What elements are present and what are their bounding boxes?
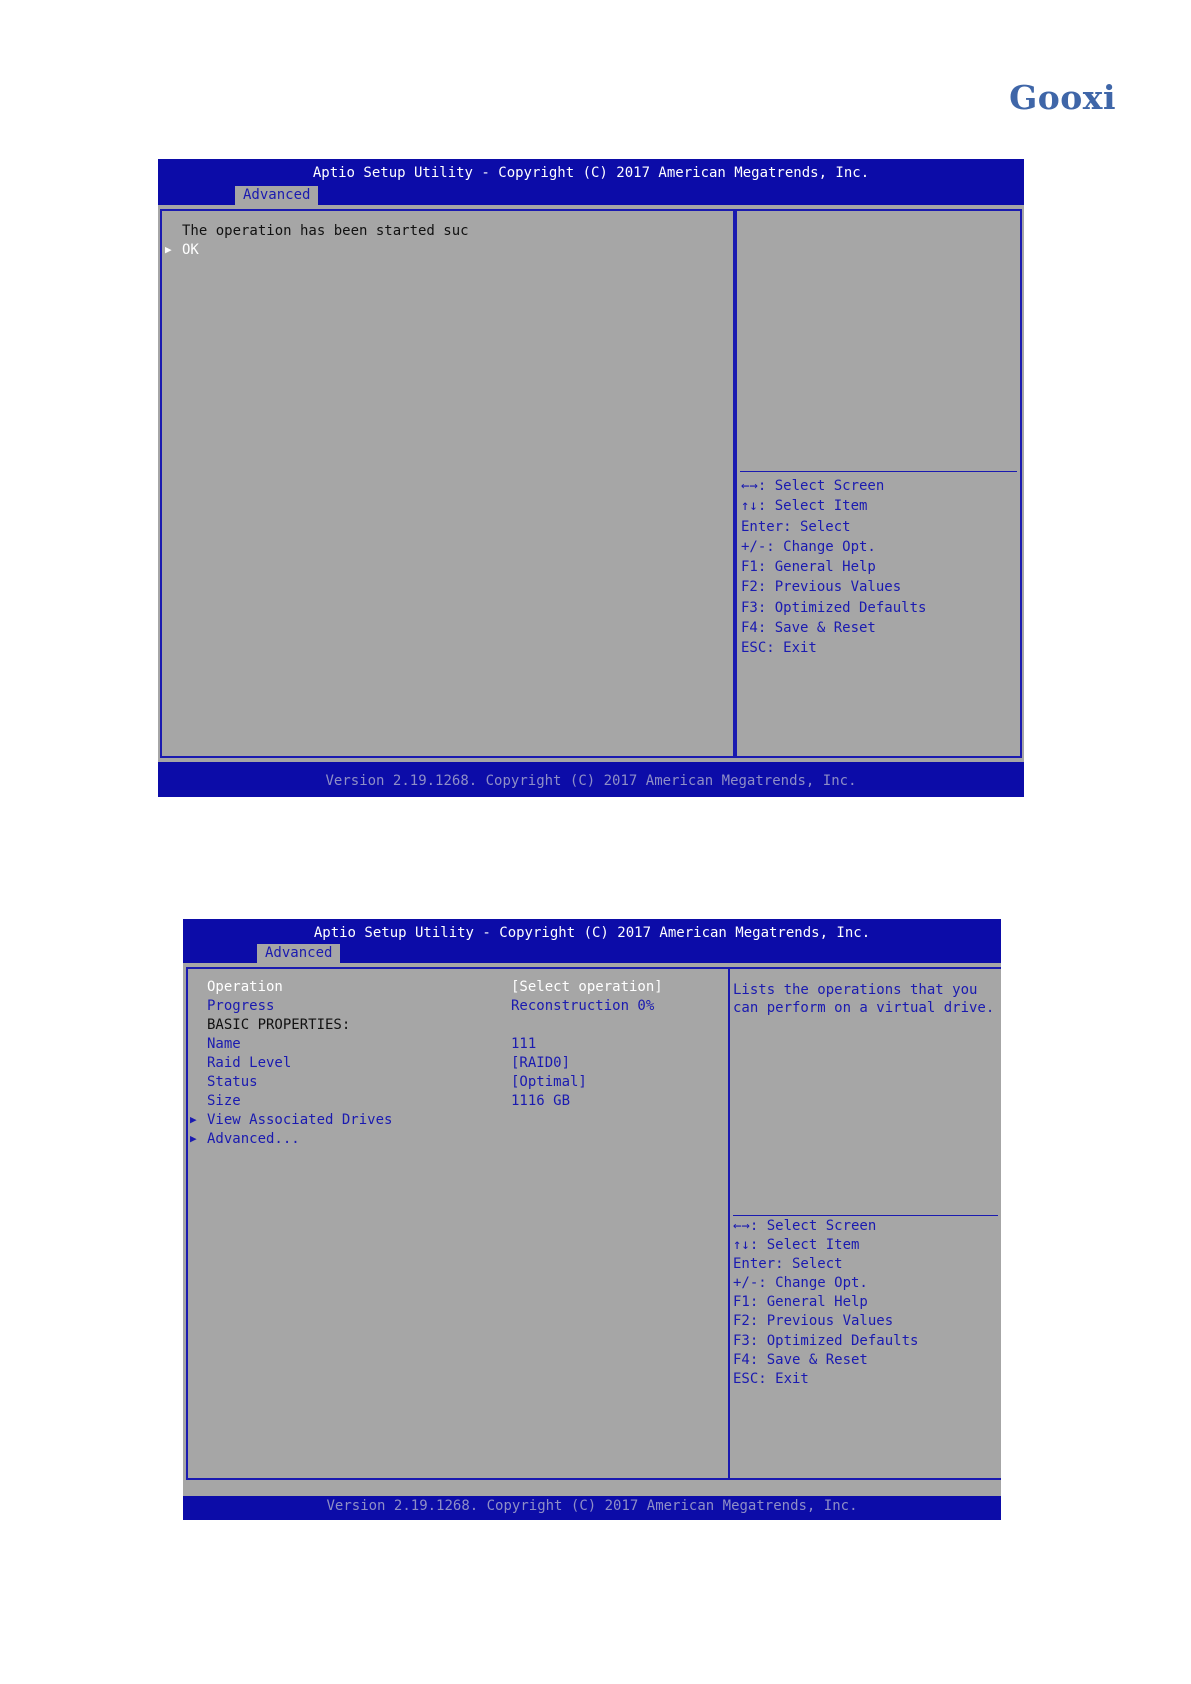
key-help-list: ←→: Select Screen ↑↓: Select Item Enter:… (741, 476, 926, 659)
key-help-item: ESC: Exit (733, 1370, 809, 1387)
key-help-item: F1: General Help (741, 559, 876, 576)
raid-level-value: [RAID0] (511, 1055, 571, 1071)
key-help-item: ↑↓: Select Item (741, 498, 868, 515)
key-help-item: F1: General Help (733, 1294, 868, 1311)
item-description: Lists the operations that you can perfor… (733, 981, 994, 1017)
progress-label: Progress (207, 998, 275, 1014)
key-help-list: ←→: Select Screen ↑↓: Select Item Enter:… (733, 1217, 918, 1389)
bios-body: Operation [Select operation] Progress Re… (183, 963, 1001, 1496)
key-help-item: +/-: Change Opt. (741, 538, 876, 555)
key-help-item: ESC: Exit (741, 640, 817, 657)
main-pane: The operation has been started suc ▶ OK (160, 209, 735, 758)
progress-value: Reconstruction 0% (511, 998, 655, 1014)
help-pane: ←→: Select Screen ↑↓: Select Item Enter:… (735, 209, 1022, 758)
key-help-item: F4: Save & Reset (733, 1351, 868, 1368)
submenu-arrow-icon: ▶ (165, 243, 172, 256)
raid-level-label: Raid Level (207, 1055, 292, 1071)
description-line: Lists the operations that you (733, 982, 978, 998)
size-label: Size (207, 1093, 241, 1109)
operation-select[interactable]: [Select operation] (511, 978, 663, 996)
tab-advanced[interactable]: Advanced (257, 944, 341, 963)
key-help-item: ←→: Select Screen (741, 478, 885, 494)
key-help-item: +/-: Change Opt. (733, 1275, 868, 1292)
help-pane: Lists the operations that you can perfor… (728, 967, 1001, 1480)
view-associated-drives-link[interactable]: View Associated Drives (207, 1111, 392, 1129)
advanced-link[interactable]: Advanced... (207, 1130, 300, 1148)
basic-properties-heading: BASIC PROPERTIES: (207, 1017, 351, 1033)
key-help-item: Enter: Select (733, 1256, 843, 1273)
bios-footer: Version 2.19.1268. Copyright (C) 2017 Am… (325, 773, 857, 789)
status-value: [Optimal] (511, 1074, 587, 1090)
ok-button[interactable]: OK (182, 241, 199, 259)
key-help-item: F3: Optimized Defaults (741, 599, 927, 616)
help-divider (733, 1215, 998, 1216)
bios-body: The operation has been started suc ▶ OK … (158, 205, 1024, 762)
key-help-item: F2: Previous Values (741, 579, 902, 596)
bios-title: Aptio Setup Utility - Copyright (C) 2017… (312, 165, 870, 181)
main-pane: Operation [Select operation] Progress Re… (186, 967, 730, 1480)
gooxi-logo: Gooxi (1009, 78, 1116, 117)
submenu-arrow-icon: ▶ (190, 1113, 197, 1126)
key-help-item: ↑↓: Select Item (733, 1237, 860, 1254)
submenu-arrow-icon: ▶ (190, 1132, 197, 1145)
key-help-item: F3: Optimized Defaults (733, 1332, 919, 1349)
status-label: Status (207, 1074, 258, 1090)
description-line: can perform on a virtual drive. (733, 1000, 995, 1016)
name-label: Name (207, 1036, 241, 1052)
tab-advanced[interactable]: Advanced (235, 186, 319, 205)
operation-message: The operation has been started suc (182, 223, 469, 239)
key-help-item: F4: Save & Reset (741, 620, 876, 637)
bios-footer: Version 2.19.1268. Copyright (C) 2017 Am… (326, 1498, 858, 1514)
bios-title: Aptio Setup Utility - Copyright (C) 2017… (313, 925, 871, 941)
operation-label: Operation (207, 979, 283, 995)
name-value: 111 (511, 1036, 537, 1052)
key-help-item: Enter: Select (741, 518, 851, 535)
size-value: 1116 GB (511, 1093, 571, 1109)
key-help-item: ←→: Select Screen (733, 1218, 877, 1234)
bios-screen-virtual-drive: Aptio Setup Utility - Copyright (C) 2017… (183, 919, 1001, 1520)
bios-screen-operation-started: Aptio Setup Utility - Copyright (C) 2017… (158, 159, 1024, 797)
key-help-item: F2: Previous Values (733, 1313, 894, 1330)
help-divider (740, 471, 1017, 472)
